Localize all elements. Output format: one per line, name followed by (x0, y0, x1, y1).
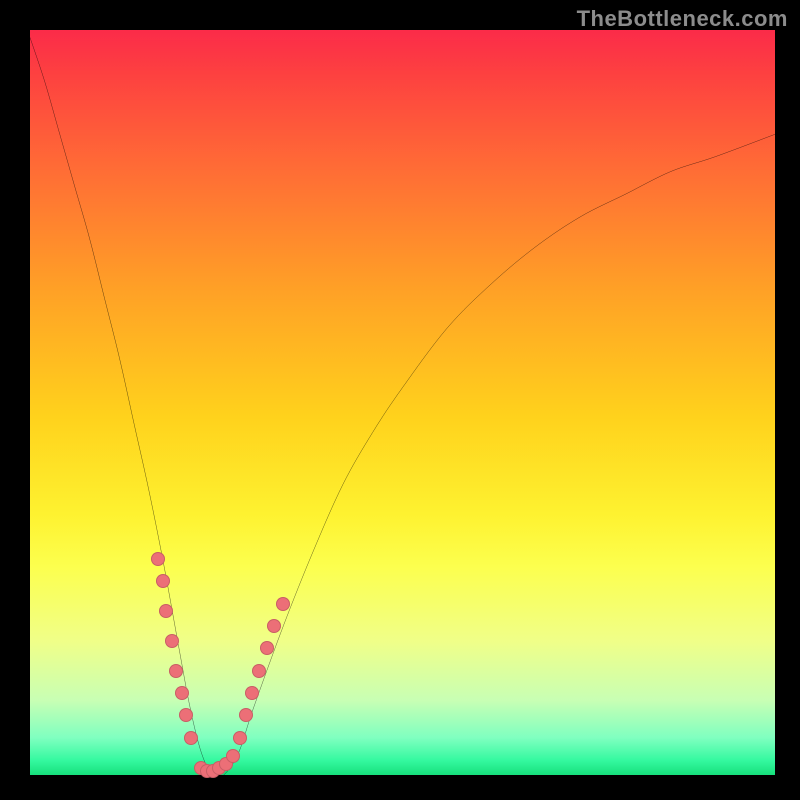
data-point (169, 664, 183, 678)
chart-frame: TheBottleneck.com (0, 0, 800, 800)
data-point (151, 552, 165, 566)
data-point (156, 574, 170, 588)
data-point (260, 641, 274, 655)
data-point (267, 619, 281, 633)
data-point (179, 708, 193, 722)
data-point (184, 731, 198, 745)
data-point (233, 731, 247, 745)
data-point (175, 686, 189, 700)
data-point (245, 686, 259, 700)
watermark-text: TheBottleneck.com (577, 6, 788, 32)
data-point (276, 597, 290, 611)
plot-area (30, 30, 775, 775)
bottleneck-curve (30, 30, 775, 775)
data-point (252, 664, 266, 678)
data-point (165, 634, 179, 648)
data-point (239, 708, 253, 722)
data-point (159, 604, 173, 618)
data-point (226, 749, 240, 763)
